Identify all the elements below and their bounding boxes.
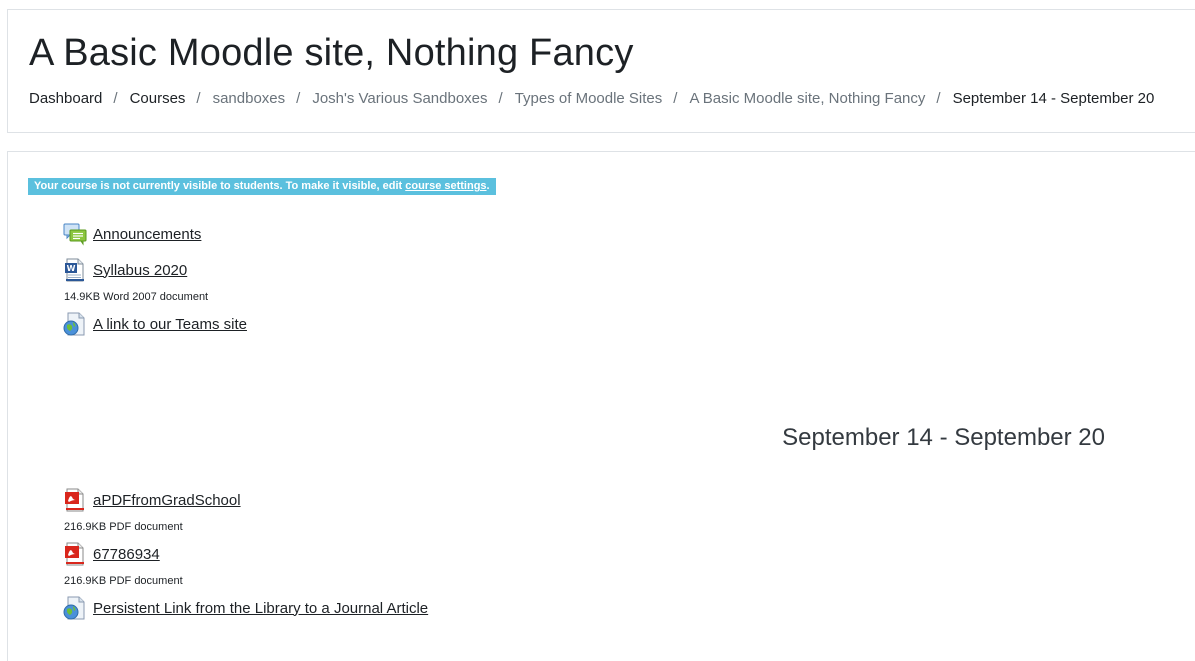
svg-text:W: W — [67, 264, 76, 273]
breadcrumb-separator: / — [196, 90, 201, 107]
breadcrumb-sandboxes[interactable]: sandboxes — [213, 90, 286, 107]
resource-details: 216.9KB PDF document — [64, 575, 183, 587]
pdf-icon — [65, 488, 84, 512]
activity-library-link: Persistent Link from the Library to a Jo… — [63, 596, 428, 620]
breadcrumb-joshs-various-sandboxes[interactable]: Josh's Various Sandboxes — [312, 90, 487, 107]
section-title: September 14 - September 20 — [782, 424, 1105, 451]
activity-link[interactable]: A link to our Teams site — [93, 316, 247, 333]
resource-details: 216.9KB PDF document — [64, 521, 183, 533]
breadcrumb-current-section: September 14 - September 20 — [952, 90, 1155, 107]
activity-link[interactable]: Persistent Link from the Library to a Jo… — [93, 600, 428, 617]
page-header: A Basic Moodle site, Nothing Fancy Dashb… — [7, 9, 1195, 133]
breadcrumb-courses[interactable]: Courses — [130, 90, 186, 107]
activity-announcements: Announcements — [63, 222, 201, 246]
activity-link[interactable]: 67786934 — [93, 546, 160, 563]
breadcrumb: Dashboard / Courses / sandboxes / Josh's… — [29, 90, 1154, 107]
notice-end: . — [486, 180, 490, 192]
breadcrumb-separator: / — [936, 90, 941, 107]
word-document-icon: W — [65, 258, 84, 282]
activity-teams-link: A link to our Teams site — [63, 312, 247, 336]
forum-icon — [63, 223, 87, 246]
course-content: Your course is not currently visible to … — [7, 151, 1195, 661]
course-visibility-notice: Your course is not currently visible to … — [28, 178, 496, 195]
page-title: A Basic Moodle site, Nothing Fancy — [29, 32, 634, 74]
breadcrumb-course[interactable]: A Basic Moodle site, Nothing Fancy — [689, 90, 925, 107]
course-settings-link[interactable]: course settings — [405, 180, 486, 192]
breadcrumb-separator: / — [296, 90, 301, 107]
activity-link[interactable]: Announcements — [93, 226, 201, 243]
breadcrumb-separator: / — [498, 90, 503, 107]
breadcrumb-separator: / — [113, 90, 118, 107]
activity-pdf-gradschool: aPDFfromGradSchool — [63, 488, 241, 512]
url-link-icon — [63, 312, 85, 336]
breadcrumb-dashboard[interactable]: Dashboard — [29, 90, 102, 107]
resource-details: 14.9KB Word 2007 document — [64, 291, 209, 303]
breadcrumb-types-of-moodle-sites[interactable]: Types of Moodle Sites — [515, 90, 663, 107]
breadcrumb-separator: / — [673, 90, 678, 107]
notice-text: Your course is not currently visible to … — [34, 180, 406, 192]
pdf-icon — [65, 542, 84, 566]
activity-syllabus: W Syllabus 2020 — [63, 258, 187, 282]
url-link-icon — [63, 596, 85, 620]
activity-link[interactable]: aPDFfromGradSchool — [93, 492, 241, 509]
activity-pdf-67786934: 67786934 — [63, 542, 160, 566]
activity-link[interactable]: Syllabus 2020 — [93, 262, 187, 279]
